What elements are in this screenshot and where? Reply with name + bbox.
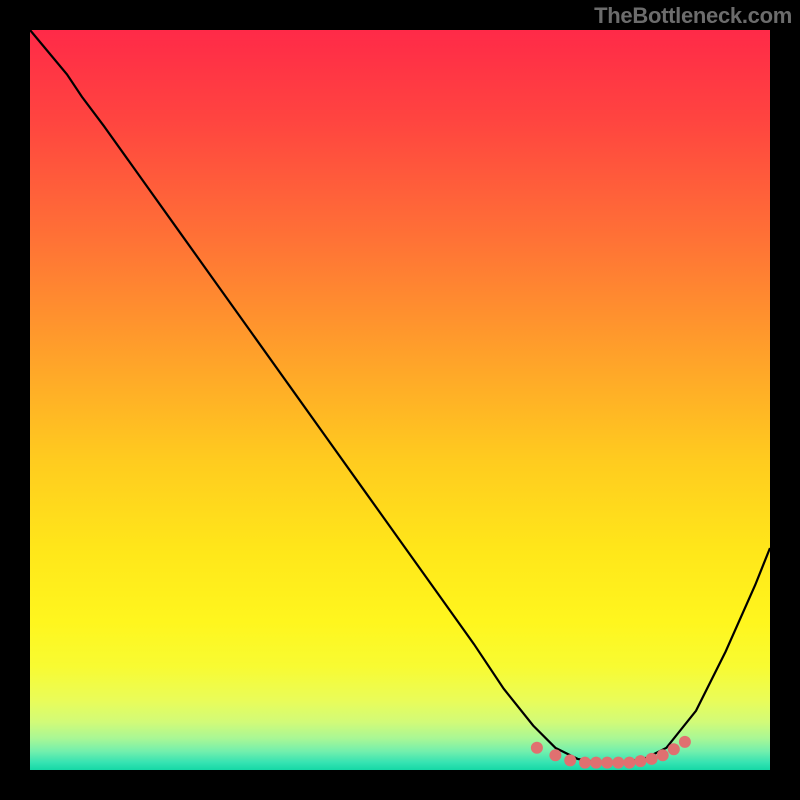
valley-dot (531, 742, 543, 754)
valley-dot (564, 754, 576, 766)
valley-dot (590, 757, 602, 769)
valley-dot (635, 755, 647, 767)
valley-dot (612, 757, 624, 769)
valley-dot (646, 753, 658, 765)
valley-dot (679, 736, 691, 748)
valley-dot (601, 757, 613, 769)
valley-dot (668, 743, 680, 755)
valley-dot (657, 749, 669, 761)
watermark-text: TheBottleneck.com (594, 3, 792, 29)
chart-svg (0, 0, 800, 800)
chart-frame: TheBottleneck.com (0, 0, 800, 800)
valley-dot (549, 749, 561, 761)
plot-background (30, 30, 770, 770)
valley-dot (623, 757, 635, 769)
valley-dot (579, 757, 591, 769)
